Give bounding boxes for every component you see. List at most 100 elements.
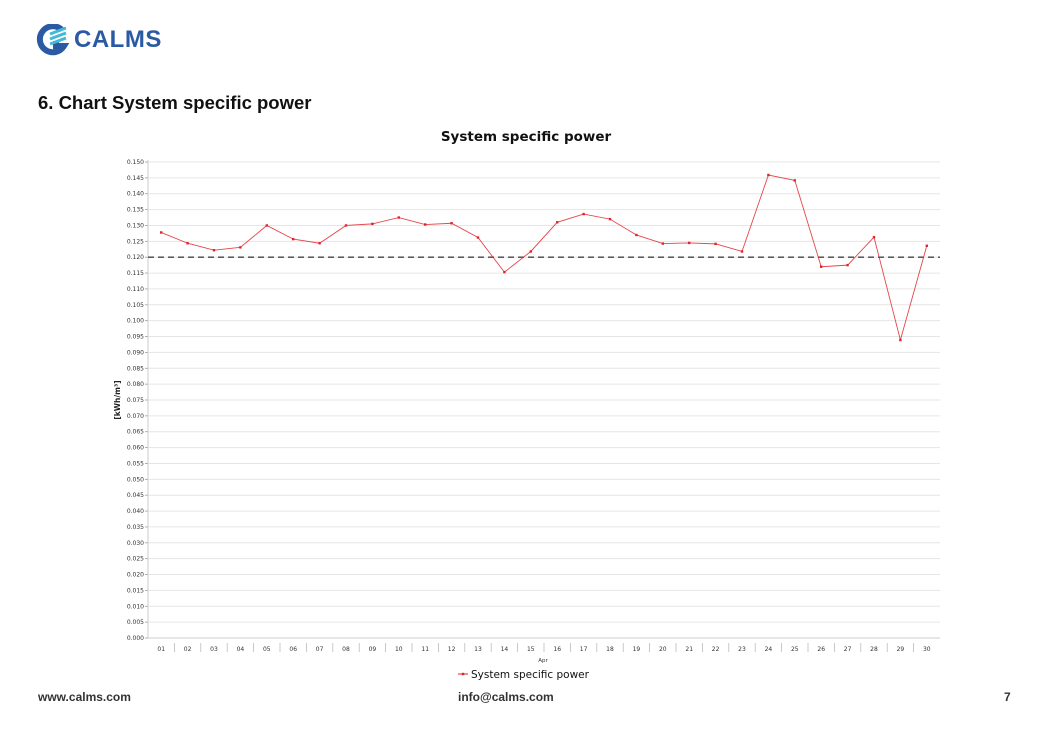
x-tick-label: 20 [659,646,667,653]
x-tick-label: 19 [633,646,641,653]
y-tick-label: 0.120 [127,254,144,261]
data-point [212,249,216,252]
x-tick-label: 17 [580,646,588,653]
y-tick-label: 0.020 [127,572,144,579]
x-tick-label: 11 [421,646,429,653]
x-tick-label: 13 [474,646,482,653]
data-point [476,236,480,239]
data-point [503,270,506,274]
x-tick-label: 15 [527,646,535,653]
y-tick-label: 0.090 [127,349,144,356]
y-tick-label: 0.145 [127,175,144,182]
data-point [582,212,585,216]
x-tick-label: 27 [844,646,852,653]
y-tick-label: 0.080 [127,381,144,388]
y-tick-label: 0.095 [127,334,144,341]
x-axis-label: Apr [538,658,548,664]
x-tick-label: 06 [289,646,297,653]
chart-title: System specific power [441,129,612,145]
x-tick-label: 14 [501,646,509,653]
data-point [424,223,427,226]
x-tick-label: 29 [897,646,905,653]
y-tick-label: 0.015 [127,587,144,594]
footer-email[interactable]: info@calms.com [458,690,554,704]
x-tick-label: 10 [395,646,403,653]
data-point [688,241,691,245]
y-tick-label: 0.040 [127,508,144,515]
x-tick-label: 04 [237,646,245,653]
y-tick-label: 0.005 [127,619,144,626]
y-tick-label: 0.050 [127,476,144,483]
y-tick-label: 0.025 [127,556,144,563]
y-tick-label: 0.060 [127,445,144,452]
x-tick-label: 03 [210,646,218,653]
data-point [529,250,532,253]
data-point [820,265,823,268]
x-tick-label: 21 [685,646,693,653]
data-point [160,231,163,234]
y-tick-label: 0.105 [127,302,144,309]
data-point [635,233,638,237]
data-point [925,244,928,247]
x-tick-label: 18 [606,646,614,653]
y-tick-label: 0.130 [127,222,144,229]
data-point [793,179,796,182]
data-point [740,250,744,253]
x-tick-label: 28 [870,646,878,653]
data-point [239,246,242,249]
data-point [846,263,849,267]
footer-website[interactable]: www.calms.com [38,690,131,704]
x-tick-label: 02 [184,646,192,653]
data-point [450,222,453,225]
x-tick-label: 01 [157,646,165,653]
x-tick-label: 25 [791,646,799,653]
y-tick-label: 0.115 [127,270,144,277]
y-tick-label: 0.055 [127,460,144,467]
data-point [186,242,189,245]
y-tick-label: 0.150 [127,159,144,166]
legend-label: System specific power [471,669,590,681]
x-tick-label: 09 [369,646,377,653]
line-chart: System specific power 0.000 0.005 0.010 0.01… [113,129,940,681]
y-tick-label: 0.035 [127,524,144,531]
y-tick-label: 0.045 [127,492,144,499]
y-tick-label: 0.135 [127,207,144,214]
y-tick-label: 0.075 [127,397,144,404]
page-number: 7 [1004,690,1011,704]
y-tick-label: 0.125 [127,238,144,245]
x-tick-label: 22 [712,646,720,653]
y-axis-label: [kWh/m³] [113,380,122,419]
y-tick-label: 0.030 [127,540,144,547]
legend-marker [461,672,465,676]
data-point [371,222,374,226]
data-point [661,242,664,245]
x-tick-label: 24 [765,646,773,653]
y-tick-label: 0.000 [127,635,144,642]
data-point [344,224,348,227]
y-tick-label: 0.110 [127,286,144,293]
x-tick-label: 07 [316,646,324,653]
y-tick-label: 0.140 [127,191,144,198]
data-point [556,221,559,224]
x-tick-label: 23 [738,646,746,653]
data-point [767,173,770,177]
x-tick-label: 08 [342,646,350,653]
y-tick-label: 0.070 [127,413,144,420]
y-tick-label: 0.100 [127,318,144,325]
data-point [608,217,612,221]
data-point [397,216,400,219]
y-tick-label: 0.010 [127,603,144,610]
data-point [899,338,902,342]
data-point [872,236,876,239]
data-point [318,242,321,245]
x-tick-label: 16 [553,646,561,653]
x-tick-label: 05 [263,646,271,653]
data-point [714,242,717,246]
data-point [292,237,295,241]
y-tick-label: 0.065 [127,429,144,436]
data-point [265,224,268,227]
x-tick-label: 12 [448,646,456,653]
x-tick-label: 30 [923,646,931,653]
x-tick-label: 26 [817,646,825,653]
y-tick-label: 0.085 [127,365,144,372]
